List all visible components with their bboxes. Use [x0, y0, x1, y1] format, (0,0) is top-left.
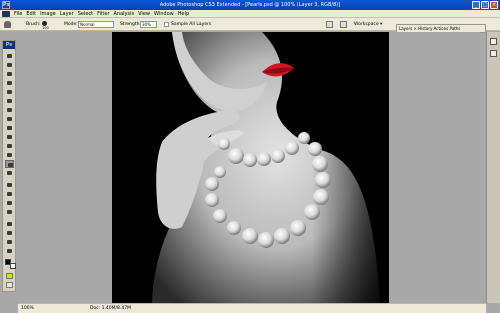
close-button[interactable]: × — [490, 1, 498, 9]
menu-view[interactable]: View — [138, 11, 150, 17]
strength-field[interactable]: 30% — [140, 21, 157, 28]
document-canvas[interactable] — [112, 32, 389, 303]
history-brush-tool-icon[interactable] — [5, 133, 14, 141]
smudge-tool-icon[interactable] — [5, 160, 14, 168]
mode-select[interactable]: Normal — [78, 21, 114, 28]
hand-tool-icon[interactable] — [5, 238, 14, 246]
pen-tool-icon[interactable] — [5, 181, 14, 189]
right-panel-dock — [486, 32, 500, 303]
healing-brush-tool-icon[interactable] — [5, 106, 14, 114]
marquee-tool-icon[interactable] — [5, 61, 14, 69]
screen-mode-icon[interactable] — [6, 282, 13, 288]
gradient-tool-icon[interactable] — [5, 151, 14, 159]
sample-all-layers-checkbox[interactable] — [164, 22, 169, 27]
menu-select[interactable]: Select — [78, 11, 93, 17]
menu-help[interactable]: Help — [178, 11, 189, 17]
menu-file[interactable]: File — [14, 11, 22, 17]
shape-tool-icon[interactable] — [5, 208, 14, 216]
workspace-button[interactable]: Workspace ▾ — [354, 22, 382, 27]
title-bar: Ps Adobe Photoshop CS3 Extended - [Pearl… — [0, 0, 500, 10]
brush-size: 100 — [42, 26, 49, 30]
quick-select-tool-icon[interactable] — [5, 79, 14, 87]
eraser-tool-icon[interactable] — [5, 142, 14, 150]
smudge-tool-preset-icon[interactable] — [4, 21, 11, 28]
brush-tool-icon[interactable] — [5, 115, 14, 123]
zoom-tool-icon[interactable] — [5, 247, 14, 255]
panel-tabs-label[interactable]: Layers × History Actions Paths — [399, 26, 460, 31]
menu-window[interactable]: Window — [154, 11, 174, 17]
clone-stamp-tool-icon[interactable] — [5, 124, 14, 132]
lasso-tool-icon[interactable] — [5, 70, 14, 78]
notes-tool-icon[interactable] — [5, 220, 14, 228]
move-tool-icon[interactable] — [5, 52, 14, 60]
maximize-button[interactable]: □ — [481, 1, 489, 9]
ps-menu-icon[interactable] — [2, 11, 10, 17]
foreground-color-swatch[interactable] — [5, 259, 11, 265]
brushes-palette-icon[interactable] — [340, 21, 347, 28]
menu-image[interactable]: Image — [40, 11, 56, 17]
minimize-button[interactable]: _ — [472, 1, 480, 9]
status-bar: 100% Doc: 1.40M/8.47M — [18, 303, 486, 313]
zoom-level[interactable]: 100% — [21, 306, 34, 312]
menu-bar: File Edit Image Layer Select Filter Anal… — [0, 10, 500, 18]
window-title: Adobe Photoshop CS3 Extended - [Pearls.p… — [159, 2, 341, 8]
menu-edit[interactable]: Edit — [26, 11, 36, 17]
brush-label: Brush: — [26, 22, 41, 27]
menu-layer[interactable]: Layer — [60, 11, 74, 17]
eyedropper-tool-icon[interactable] — [5, 229, 14, 237]
document-size-info: Doc: 1.40M/8.47M — [90, 306, 131, 311]
strength-label: Strength: — [120, 22, 141, 27]
pearls-photo — [112, 32, 389, 303]
tool-presets-icon[interactable] — [326, 21, 333, 28]
dodge-tool-icon[interactable] — [5, 169, 14, 177]
crop-tool-icon[interactable] — [5, 88, 14, 96]
toolbox-logo: Ps — [3, 41, 15, 49]
path-select-tool-icon[interactable] — [5, 199, 14, 207]
slice-tool-icon[interactable] — [5, 97, 14, 105]
quick-mask-icon[interactable] — [6, 273, 13, 279]
type-tool-icon[interactable] — [5, 190, 14, 198]
panel-icon-1[interactable] — [490, 38, 497, 45]
sample-all-layers-label: Sample All Layers — [171, 22, 212, 27]
panel-icon-2[interactable] — [490, 50, 497, 57]
mode-label: Mode: — [64, 22, 78, 27]
menu-filter[interactable]: Filter — [97, 11, 109, 17]
toolbox: Ps — [2, 40, 16, 292]
menu-analysis[interactable]: Analysis — [114, 11, 135, 17]
